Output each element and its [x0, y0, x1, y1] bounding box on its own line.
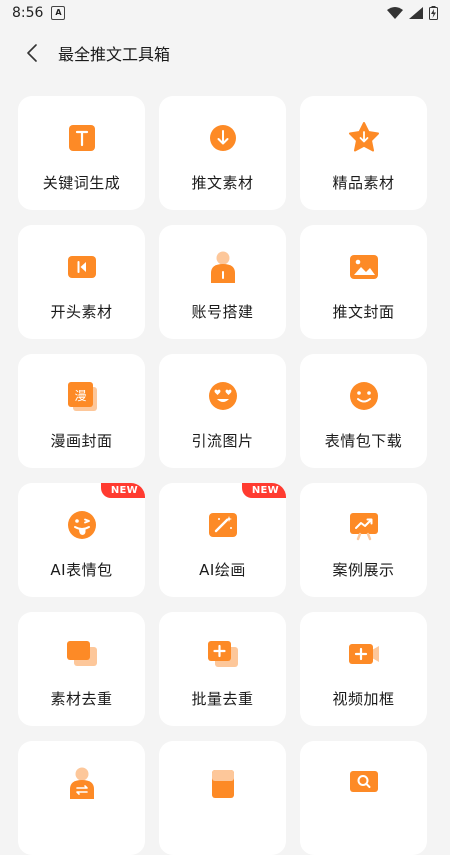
tool-label: 开头素材 [50, 303, 113, 321]
tool-label: 精品素材 [332, 174, 395, 192]
tool-label: 关键词生成 [42, 174, 121, 192]
page-title: 最全推文工具箱 [58, 45, 171, 64]
notification-icon: A [51, 6, 66, 20]
copy-icon [66, 641, 97, 666]
tool-card-opening-material[interactable]: 开头素材 [18, 225, 145, 339]
new-badge: NEW [241, 483, 286, 498]
back-button[interactable] [16, 37, 48, 69]
image-icon [349, 255, 378, 279]
status-time: 8:56 [12, 5, 44, 21]
signal-icon [409, 7, 423, 19]
text-t-icon [68, 125, 95, 151]
battery-icon [429, 6, 438, 20]
tool-label: 账号搭建 [191, 303, 254, 321]
tool-label: 案例展示 [332, 561, 395, 579]
comic-glyph: 漫 [74, 389, 86, 403]
new-badge: NEW [100, 483, 145, 498]
tool-label: 推文封面 [332, 303, 395, 321]
tool-grid: 关键词生成 推文素材 精品素材 开头素材 账号搭建 推文封面 漫 漫画封面 引流… [18, 96, 427, 855]
tool-card-tweet-material[interactable]: 推文素材 [159, 96, 286, 210]
tool-card-sticker-download[interactable]: 表情包下载 [300, 354, 427, 468]
tool-label: 引流图片 [191, 432, 254, 450]
star-download-icon [348, 122, 379, 152]
tool-card-batch-dedupe[interactable]: 批量去重 [159, 612, 286, 726]
download-circle-icon [209, 125, 236, 151]
tool-label: AI表情包 [50, 561, 113, 579]
tool-card-case-showcase[interactable]: 案例展示 [300, 483, 427, 597]
tool-card-book[interactable] [159, 741, 286, 855]
skip-back-icon [67, 256, 96, 278]
search-board-icon [349, 771, 378, 792]
tool-label: AI绘画 [199, 561, 246, 579]
smile-emoji-icon [349, 382, 378, 410]
tool-label: 推文素材 [191, 174, 254, 192]
tool-card-tweet-cover[interactable]: 推文封面 [300, 225, 427, 339]
tongue-emoji-icon [67, 511, 96, 539]
status-icons [387, 6, 438, 20]
header: 最全推文工具箱 [0, 26, 450, 80]
video-plus-icon [348, 644, 379, 664]
tool-card-video-frame[interactable]: 视频加框 [300, 612, 427, 726]
tool-card-account-setup[interactable]: 账号搭建 [159, 225, 286, 339]
plus-stack-icon [207, 641, 238, 667]
magic-wand-icon [208, 513, 237, 537]
tool-card-ai-painting[interactable]: NEW AI绘画 [159, 483, 286, 597]
presentation-chart-icon [349, 513, 378, 541]
tool-label: 素材去重 [50, 690, 113, 708]
wifi-icon [387, 7, 403, 19]
tool-label: 视频加框 [332, 690, 395, 708]
tool-label: 漫画封面 [50, 432, 113, 450]
tool-card-traffic-image[interactable]: 引流图片 [159, 354, 286, 468]
tool-label: 批量去重 [191, 690, 254, 708]
tool-card-keyword-gen[interactable]: 关键词生成 [18, 96, 145, 210]
book-icon [211, 770, 234, 798]
tool-card-comic-cover[interactable]: 漫 漫画封面 [18, 354, 145, 468]
tool-card-ai-sticker[interactable]: NEW AI表情包 [18, 483, 145, 597]
tool-card-material-dedupe[interactable]: 素材去重 [18, 612, 145, 726]
heart-eyes-emoji-icon [208, 382, 237, 410]
user-icon [210, 251, 235, 283]
tool-card-premium-material[interactable]: 精品素材 [300, 96, 427, 210]
status-bar: 8:56 A [0, 0, 450, 26]
tool-card-search[interactable] [300, 741, 427, 855]
chevron-left-icon [27, 44, 37, 62]
comic-icon: 漫 [67, 382, 97, 411]
tool-card-account-swap[interactable] [18, 741, 145, 855]
tool-label: 表情包下载 [324, 432, 403, 450]
user-swap-icon [69, 767, 94, 799]
